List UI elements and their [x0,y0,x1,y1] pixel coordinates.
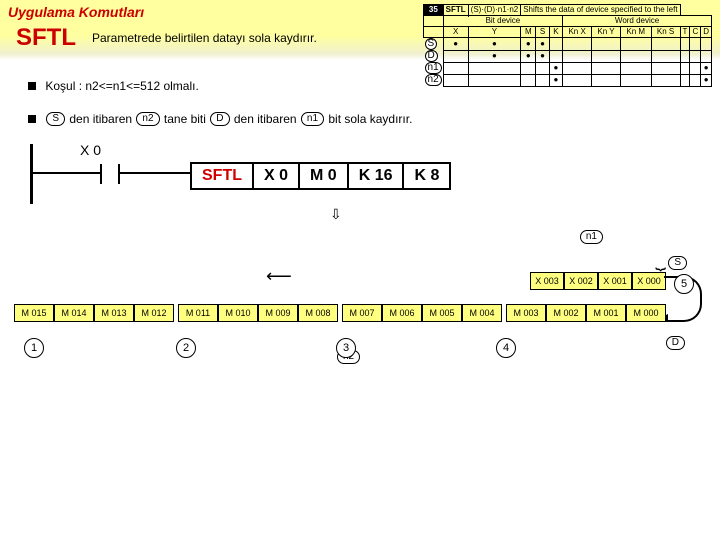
brace-top-label: n1 [580,230,603,244]
circle-2: 2 [176,338,196,358]
inst-n2: K 8 [404,164,449,188]
dst-cell: M 006 [382,304,422,322]
dst-cell: M 011 [178,304,218,322]
c2-t1: den itibaren [69,112,132,126]
down-arrow-icon: ⇩ [330,206,342,223]
pill-n1: n1 [301,112,324,126]
bullet-icon [28,115,36,123]
header-band: Uygulama Komutları SFTL Parametrede beli… [0,0,720,60]
dst-cell: M 000 [626,304,666,322]
inst-d: M 0 [300,164,349,188]
d-label: D [666,336,685,350]
dst-cell: M 003 [506,304,546,322]
col-kns: Kn S [651,27,680,38]
grp-word: Word device [563,16,712,27]
mnemonic: SFTL [16,24,76,52]
condition-1-text: Koşul : n2<=n1<=512 olmalı. [45,79,198,93]
circle-1: 1 [24,338,44,358]
bullet-icon [28,82,36,90]
src-cell: X 000 [632,272,666,290]
col-d: D [701,27,712,38]
dst-cell: M 005 [422,304,462,322]
rail-left [30,144,39,204]
circle-4: 4 [496,338,516,358]
c2-t2: tane biti [164,112,206,126]
c2-t3: den itibaren [234,112,297,126]
c2-t4: bit sola kaydırır. [328,112,412,126]
condition-line-2: S den itibaren n2 tane biti D den itibar… [28,111,720,126]
s-label: S [668,256,687,270]
col-knm: Kn M [620,27,651,38]
col-t: T [680,27,690,38]
col-m: M [521,27,536,38]
col-knx: Kn X [563,27,592,38]
dst-cell: M 007 [342,304,382,322]
source-row: X 003 X 002 X 001 X 000 [530,272,666,290]
inst-s: X 0 [254,164,300,188]
dst-cell: M 001 [586,304,626,322]
col-c: C [690,27,701,38]
col-x: X [443,27,468,38]
inst-n1: K 16 [349,164,405,188]
dst-cell: M 010 [218,304,258,322]
dst-cell: M 009 [258,304,298,322]
dst-cell: M 015 [14,304,54,322]
dst-cell: M 012 [134,304,174,322]
opcode-table: 35 SFTL (S)·(D)·n1·n2 Shifts the data of… [423,4,712,87]
grp-bit: Bit device [443,16,563,27]
dst-cell: M 014 [54,304,94,322]
col-y: Y [468,27,521,38]
contact-label: X 0 [80,142,101,158]
pill-s: S [46,112,65,126]
pill-d: D [210,112,229,126]
dst-cell: M 013 [94,304,134,322]
dest-row: M 015 M 014 M 013 M 012 M 011 M 010 M 00… [14,304,666,322]
inst-op: SFTL [192,164,254,188]
col-k: K [549,27,562,38]
circle-3: 3 [336,338,356,358]
opcode-note: Shifts the data of device specified to t… [521,5,680,16]
shift-diagram: n1 ⏟ S ⟵ X 003 X 002 X 001 X 000 M 015 M… [6,234,714,364]
col-s: S [536,27,549,38]
ladder-diagram: X 0 SFTL X 0 M 0 K 16 K 8 ⇩ [30,144,690,204]
circle-5: 5 [674,274,694,294]
src-cell: X 001 [598,272,632,290]
brace-top-icon: ⏟ [655,250,666,271]
description: Parametrede belirtilen datayı sola kaydı… [92,31,317,45]
dst-cell: M 002 [546,304,586,322]
col-kny: Kn Y [592,27,621,38]
src-cell: X 003 [530,272,564,290]
left-arrow-icon: ⟵ [266,266,292,287]
opcode-num: 35 [424,5,444,16]
opcode-mnemonic: SFTL [443,5,468,16]
dst-cell: M 008 [298,304,338,322]
dst-cell: M 004 [462,304,502,322]
src-cell: X 002 [564,272,598,290]
instruction-box: SFTL X 0 M 0 K 16 K 8 [190,162,451,190]
opcode-operands: (S)·(D)·n1·n2 [468,5,521,16]
contact-symbol [90,162,130,186]
pill-n2: n2 [136,112,159,126]
